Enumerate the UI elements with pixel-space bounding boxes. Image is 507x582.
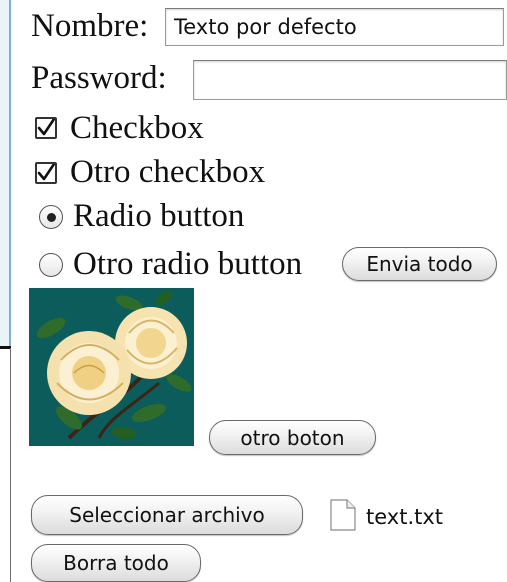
otro-boton-button[interactable]: otro boton: [209, 420, 376, 455]
select-file-button[interactable]: Seleccionar archivo: [31, 495, 303, 535]
checkbox-1-label: Checkbox: [70, 110, 204, 146]
radio-button-2[interactable]: [39, 253, 63, 277]
radio-selected-dot: [46, 212, 56, 222]
nombre-input[interactable]: [165, 8, 504, 46]
checkbox-1[interactable]: [35, 117, 57, 139]
roses-image: [29, 288, 194, 446]
check-icon: [37, 119, 55, 136]
checkbox-2-label: Otro checkbox: [70, 154, 266, 190]
reset-button[interactable]: Borra todo: [31, 544, 201, 582]
window-edge-line: [10, 348, 11, 582]
password-label: Password:: [31, 60, 167, 96]
password-input[interactable]: [193, 60, 507, 100]
nombre-label: Nombre:: [31, 8, 149, 44]
window-edge: [0, 0, 11, 348]
roses-image-button[interactable]: [29, 288, 194, 446]
radio-button-1[interactable]: [39, 205, 63, 229]
check-icon: [37, 164, 55, 181]
selected-file-name: text.txt: [366, 505, 444, 529]
file-icon: [330, 499, 356, 531]
radio-1-label: Radio button: [73, 198, 245, 234]
radio-2-label: Otro radio button: [73, 246, 303, 282]
submit-button[interactable]: Envia todo: [342, 247, 497, 281]
checkbox-2[interactable]: [35, 162, 57, 184]
